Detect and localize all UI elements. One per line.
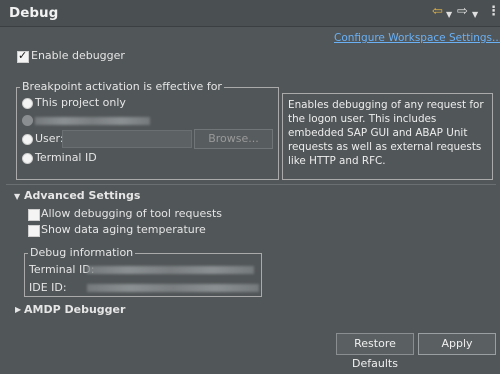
allow-tool-requests-label: Allow debugging of tool requests: [41, 207, 223, 220]
blurred-option-label: [35, 117, 150, 125]
radio-user[interactable]: [22, 134, 33, 145]
back-arrow-icon[interactable]: ⇦: [432, 5, 443, 19]
advanced-settings-toggle[interactable]: Advanced Settings: [24, 189, 140, 202]
view-header: [0, 0, 500, 27]
user-input[interactable]: [62, 130, 192, 148]
page-title: Debug: [9, 5, 59, 21]
enable-debugger-checkbox[interactable]: ✓: [17, 49, 29, 63]
debug-info-title: Debug information: [28, 246, 136, 259]
chevron-right-icon[interactable]: ▶: [15, 305, 21, 314]
restore-defaults-button[interactable]: Restore Defaults: [336, 333, 414, 370]
section-divider: [6, 184, 496, 185]
enable-debugger-label: Enable debugger: [31, 49, 125, 62]
terminal-id-value: [87, 266, 254, 274]
show-data-aging-label: Show data aging temperature: [41, 223, 206, 236]
breakpoint-group-title: Breakpoint activation is effective for: [20, 80, 224, 93]
ide-id-value: [87, 284, 259, 292]
allow-tool-requests-checkbox[interactable]: [28, 209, 40, 221]
view-menu-icon[interactable]: ⋮: [487, 5, 500, 19]
terminal-id-label: Terminal ID:: [29, 263, 95, 276]
amdp-debugger-toggle[interactable]: AMDP Debugger: [24, 303, 125, 316]
info-box: Enables debugging of any request for the…: [282, 93, 493, 180]
browse-button[interactable]: Browse...: [194, 129, 273, 149]
configure-workspace-link[interactable]: Configure Workspace Settings...: [334, 32, 500, 44]
show-data-aging-checkbox[interactable]: [28, 225, 40, 237]
radio-terminal-id[interactable]: [22, 153, 33, 164]
back-dropdown-icon[interactable]: ▼: [446, 8, 452, 22]
forward-arrow-icon[interactable]: ⇨: [457, 5, 468, 19]
chevron-down-icon[interactable]: ▼: [14, 192, 20, 201]
radio-blurred-option[interactable]: [22, 115, 33, 126]
ide-id-label: IDE ID:: [29, 281, 67, 294]
info-description: Enables debugging of any request for the…: [288, 99, 484, 167]
radio-this-project[interactable]: [22, 98, 33, 109]
radio-user-label: User:: [35, 132, 64, 145]
radio-this-project-label: This project only: [35, 96, 126, 109]
radio-terminal-id-label: Terminal ID: [35, 151, 97, 164]
forward-dropdown-icon[interactable]: ▼: [472, 8, 478, 22]
apply-button[interactable]: Apply: [418, 333, 496, 355]
